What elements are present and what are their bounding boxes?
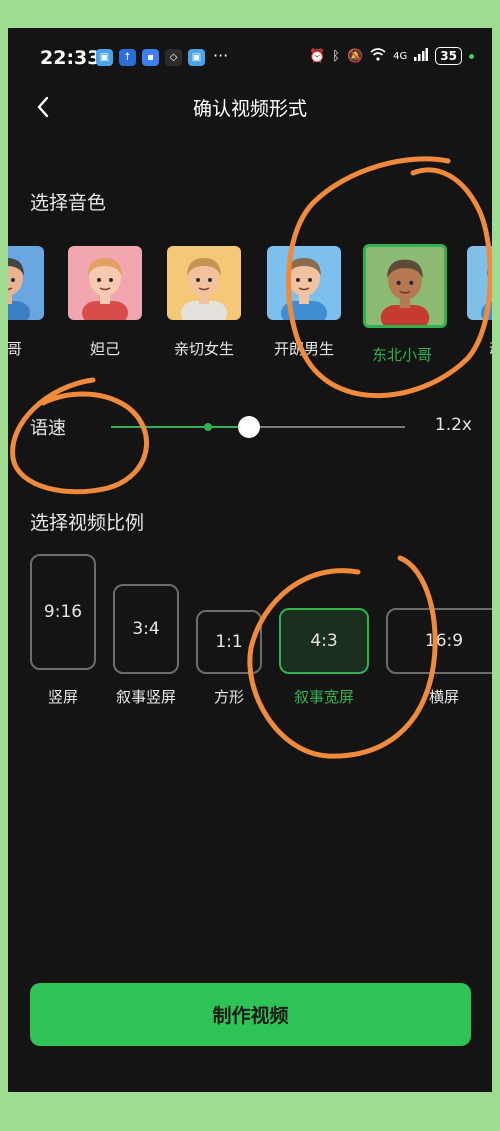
signal-icon	[414, 47, 429, 65]
ratio-option[interactable]: 9:16 竖屏	[30, 554, 96, 706]
voice-label: 东北小哥	[371, 346, 432, 364]
voice-label: 亲切女生	[173, 340, 234, 358]
app-icon: ◇	[165, 49, 182, 66]
message-icon: ▪	[142, 49, 159, 66]
ratio-option[interactable]: 16:9 横屏	[386, 554, 492, 706]
ratio-box: 1:1	[196, 610, 262, 674]
ratio-list: 9:16 竖屏 3:4 叙事竖屏 1:1 方形 4:3 叙事宽屏 16:9 横屏	[8, 554, 492, 714]
voice-section-title: 选择音色	[30, 192, 107, 214]
voice-avatar	[167, 246, 241, 320]
speed-slider[interactable]	[111, 416, 405, 438]
wifi-icon	[370, 47, 386, 65]
avatar-portrait-icon	[8, 258, 30, 320]
voice-option[interactable]: 开朗男生	[265, 246, 343, 359]
bluetooth-icon: ᛒ	[332, 48, 340, 64]
status-bar: 22:33 ▣ ↑ ▪ ◇ ▣ ··· ⏰ ᛒ 🔕 4G 35	[8, 28, 492, 86]
speed-slider-mark	[204, 423, 213, 431]
more-notifications-icon: ···	[213, 46, 229, 65]
notification-icons: ▣ ↑ ▪ ◇ ▣ ···	[96, 46, 229, 66]
voice-option[interactable]: 亲切女生	[165, 246, 243, 359]
avatar-portrait-icon	[82, 258, 128, 320]
ratio-option[interactable]: 1:1 方形	[196, 554, 262, 706]
ratio-box: 4:3	[279, 608, 369, 674]
voice-avatar	[68, 246, 142, 320]
app-notification-icon: ▣	[188, 49, 205, 66]
app-screen: 22:33 ▣ ↑ ▪ ◇ ▣ ··· ⏰ ᛒ 🔕 4G 35 确认视频形式 选择音色 小…	[8, 28, 492, 1092]
avatar-portrait-icon	[380, 259, 430, 325]
status-time: 22:33	[40, 47, 101, 69]
voice-avatar	[363, 244, 447, 328]
page-title: 确认视频形式	[192, 98, 307, 120]
network-type: 4G	[393, 50, 408, 62]
voice-avatar	[267, 246, 341, 320]
ratio-box: 3:4	[113, 584, 179, 674]
mute-icon: 🔕	[346, 48, 364, 64]
alarm-icon: ⏰	[308, 48, 326, 64]
voice-list: 小哥 妲己 亲切女生 开朗男生 东北小哥 动漫	[8, 244, 492, 386]
voice-option[interactable]: 妲己	[66, 246, 144, 359]
speed-label: 语速	[30, 418, 66, 439]
ratio-label: 横屏	[428, 688, 459, 706]
avatar-portrait-icon	[481, 261, 492, 320]
system-indicators: ⏰ ᛒ 🔕 4G 35	[309, 47, 474, 65]
make-video-button[interactable]: 制作视频	[30, 983, 471, 1046]
battery-icon: 35	[435, 47, 462, 65]
ratio-section-title: 选择视频比例	[30, 512, 145, 534]
status-dot	[469, 53, 474, 59]
speed-value: 1.2x	[434, 415, 472, 435]
voice-label: 妲己	[89, 340, 120, 358]
app-notification-icon: ▣	[96, 49, 113, 66]
top-nav: 确认视频形式	[8, 86, 492, 126]
voice-avatar	[467, 246, 492, 320]
avatar-portrait-icon	[181, 258, 227, 320]
voice-label: 动漫	[465, 338, 492, 359]
ratio-box: 16:9	[386, 608, 492, 674]
speed-slider-fill	[111, 426, 250, 428]
speed-slider-handle[interactable]	[238, 416, 261, 438]
ratio-option[interactable]: 3:4 叙事竖屏	[113, 554, 179, 706]
voice-option[interactable]: 小哥	[8, 246, 46, 359]
voice-label: 开朗男生	[273, 340, 334, 358]
voice-option[interactable]: 动漫	[465, 246, 492, 359]
voice-label: 小哥	[8, 340, 22, 358]
voice-avatar	[8, 246, 44, 320]
upload-icon: ↑	[119, 49, 136, 66]
ratio-box: 9:16	[30, 554, 96, 670]
voice-option[interactable]: 东北小哥	[363, 244, 447, 365]
ratio-option[interactable]: 4:3 叙事宽屏	[279, 554, 369, 706]
avatar-portrait-icon	[281, 258, 327, 320]
